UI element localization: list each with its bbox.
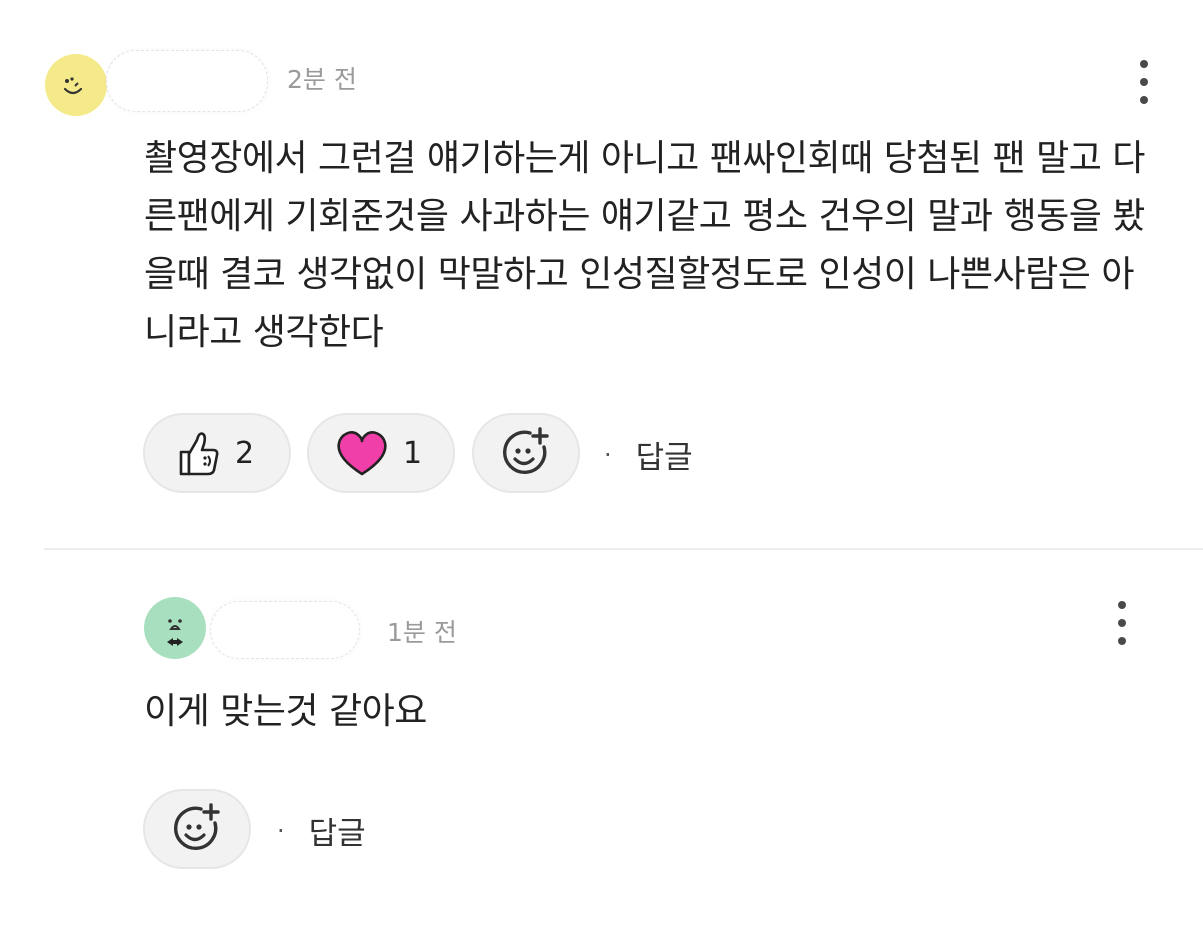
comment-text: 촬영장에서 그런걸 얘기하는게 아니고 팬싸인회때 당첨된 팬 말고 다른팬에게… xyxy=(144,138,1145,353)
heart-reaction-button[interactable]: 1 xyxy=(307,413,455,493)
comment-divider xyxy=(44,548,1203,550)
avatar[interactable] xyxy=(45,54,107,116)
reply-button[interactable]: · 답글 xyxy=(604,432,693,477)
username-hidden xyxy=(106,50,268,112)
smile-face-icon xyxy=(63,77,83,95)
kebab-menu-icon[interactable] xyxy=(1109,597,1135,649)
avatar[interactable] xyxy=(144,597,206,659)
add-reaction-icon xyxy=(174,803,220,850)
comment-time: 1분 전 xyxy=(387,618,457,647)
comment-item: 1분 전 이게 맞는것 같아요 · 답글 xyxy=(0,551,1203,939)
kebab-menu-icon[interactable] xyxy=(1131,56,1157,108)
reply-label: 답글 xyxy=(308,816,366,852)
add-reaction-button[interactable] xyxy=(472,413,580,493)
reply-separator: · xyxy=(277,816,285,845)
like-reaction-button[interactable]: 2 xyxy=(143,413,291,493)
comment-item: 2분 전 촬영장에서 그런걸 얘기하는게 아니고 팬싸인회때 당첨된 팬 말고 … xyxy=(0,0,1203,548)
heart-icon xyxy=(337,431,387,476)
thumbs-up-icon xyxy=(179,432,219,476)
like-count: 2 xyxy=(235,435,255,471)
username-hidden xyxy=(210,601,360,659)
reply-button[interactable]: · 답글 xyxy=(277,808,366,853)
comment-time: 2분 전 xyxy=(287,65,357,94)
heart-count: 1 xyxy=(403,435,423,471)
reply-separator: · xyxy=(604,440,612,469)
bowtie-face-icon xyxy=(167,619,183,646)
add-reaction-button[interactable] xyxy=(143,789,251,869)
comment-text: 이게 맞는것 같아요 xyxy=(144,691,427,732)
reply-label: 답글 xyxy=(635,440,693,476)
add-reaction-icon xyxy=(503,427,549,474)
